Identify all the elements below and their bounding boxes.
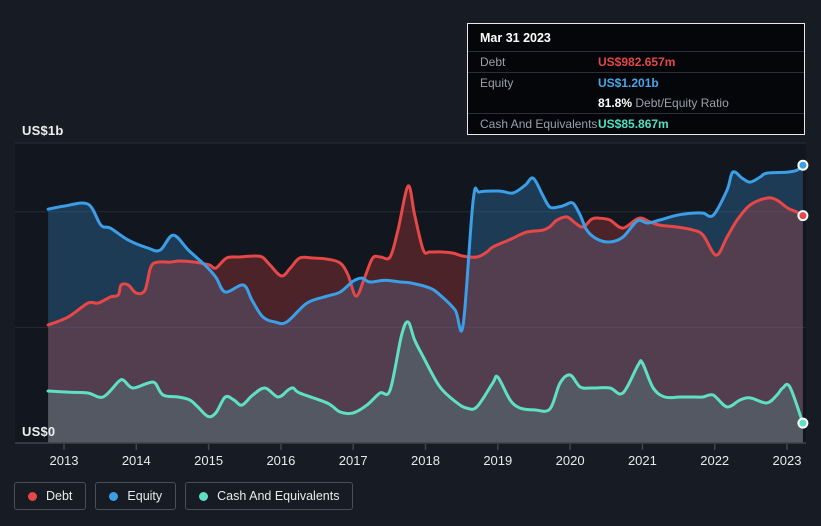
legend-cash-label: Cash And Equivalents xyxy=(217,489,340,503)
debt-equity-ratio-label: Debt/Equity Ratio xyxy=(635,96,729,110)
x-axis-label-2017: 2017 xyxy=(339,453,368,468)
debt-endpoint-dot[interactable] xyxy=(797,210,809,222)
tooltip-equity-value: US$1.201b xyxy=(598,76,659,90)
legend-item-debt[interactable]: Debt xyxy=(14,482,87,510)
tooltip-cash-label: Cash And Equivalents xyxy=(480,117,598,131)
x-axis-label-2021: 2021 xyxy=(628,453,657,468)
tooltip-row-equity: Equity US$1.201b xyxy=(468,72,804,93)
chart-legend: Debt Equity Cash And Equivalents xyxy=(14,482,354,510)
x-axis-label-2020: 2020 xyxy=(556,453,585,468)
tooltip-row-ratio: 81.8% Debt/Equity Ratio xyxy=(468,93,804,113)
debt-equity-ratio-number: 81.8% xyxy=(598,96,633,110)
equity-dot-icon xyxy=(109,491,119,501)
x-axis-label-2019: 2019 xyxy=(483,453,512,468)
tooltip-debt-label: Debt xyxy=(480,55,506,69)
cash-dot-icon xyxy=(199,491,209,501)
x-axis-label-2018: 2018 xyxy=(411,453,440,468)
tooltip-date: Mar 31 2023 xyxy=(468,24,804,52)
x-axis-label-2016: 2016 xyxy=(266,453,295,468)
legend-debt-label: Debt xyxy=(46,489,73,503)
x-axis-label-2023: 2023 xyxy=(773,453,802,468)
tooltip-debt-value: US$982.657m xyxy=(598,55,676,69)
debt-equity-chart-page: 2013 2014 2015 2016 2017 2018 2019 2020 2021 2022… xyxy=(0,0,821,526)
tooltip-equity-label: Equity xyxy=(480,76,514,90)
y-axis-label-zero: US$0 xyxy=(22,424,56,439)
legend-item-cash[interactable]: Cash And Equivalents xyxy=(185,482,354,510)
x-axis-label-2015: 2015 xyxy=(194,453,223,468)
legend-item-equity[interactable]: Equity xyxy=(95,482,177,510)
x-axis-label-2014: 2014 xyxy=(122,453,151,468)
x-axis-label-2022: 2022 xyxy=(700,453,729,468)
chart-tooltip: Mar 31 2023 Debt US$982.657m Equity US$1… xyxy=(467,23,805,135)
tooltip-row-debt: Debt US$982.657m xyxy=(468,52,804,72)
y-axis-label-max: US$1b xyxy=(22,123,64,138)
tooltip-row-cash: Cash And Equivalents US$85.867m xyxy=(468,113,804,134)
tooltip-cash-value: US$85.867m xyxy=(598,117,669,131)
legend-equity-label: Equity xyxy=(127,489,163,503)
x-axis-label-2013: 2013 xyxy=(50,453,79,468)
tooltip-ratio-value: 81.8% Debt/Equity Ratio xyxy=(598,96,729,110)
cash-endpoint-dot[interactable] xyxy=(797,417,809,429)
equity-endpoint-dot[interactable] xyxy=(797,159,809,171)
debt-dot-icon xyxy=(28,491,37,501)
